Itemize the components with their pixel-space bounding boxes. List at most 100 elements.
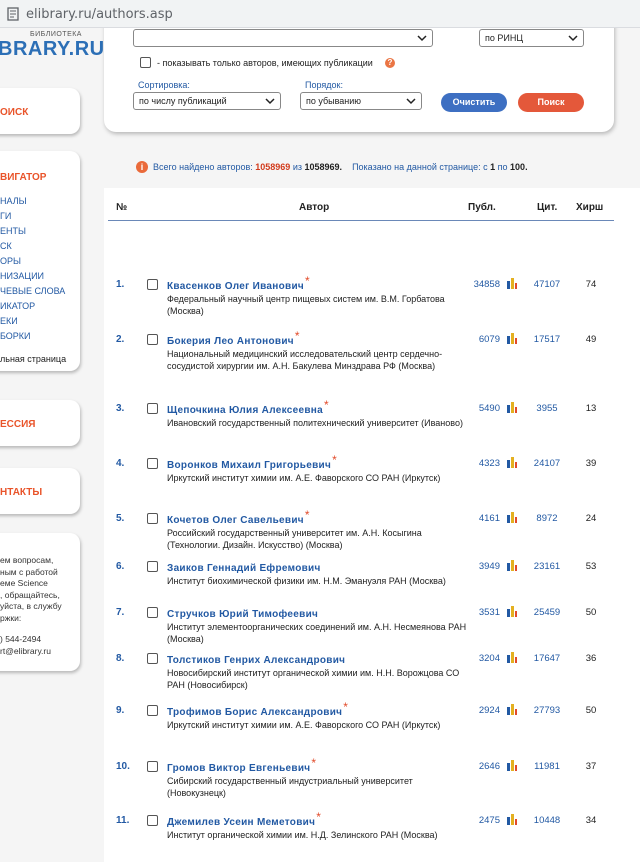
author-organization: Ивановский государственный политехническ… (167, 418, 463, 428)
row-number: 9. (116, 705, 125, 716)
publications-count-link[interactable]: 2475 (460, 815, 500, 826)
row-checkbox[interactable] (147, 279, 158, 290)
sidebar-item-search[interactable]: СК (0, 241, 12, 251)
bar-chart-icon[interactable] (506, 703, 518, 715)
col-header-author: Автор (299, 202, 330, 213)
bar-chart-icon[interactable] (506, 401, 518, 413)
bar-chart-icon[interactable] (506, 277, 518, 289)
col-header-hirsch[interactable]: Хирш (576, 202, 603, 213)
bar-chart-icon[interactable] (506, 559, 518, 571)
author-name-link[interactable]: Громов Виктор Евгеньевич* (167, 756, 316, 774)
row-checkbox[interactable] (147, 607, 158, 618)
clear-button[interactable]: Очистить (441, 93, 507, 112)
sidebar-session-box[interactable]: ЕССИЯ (0, 400, 80, 446)
publications-count-link[interactable]: 5490 (460, 403, 500, 414)
sidebar-item-authors[interactable]: ОРЫ (0, 256, 21, 266)
publications-count-link[interactable]: 3204 (460, 653, 500, 664)
sidebar-item-books[interactable]: ГИ (0, 211, 11, 221)
publications-count-link[interactable]: 6079 (460, 334, 500, 345)
author-name-link[interactable]: Кочетов Олег Савельевич* (167, 508, 310, 526)
publications-count-link[interactable]: 4161 (460, 513, 500, 524)
sidebar-item-journals[interactable]: НАЛЫ (0, 196, 27, 206)
author-name-link[interactable]: Квасенков Олег Иванович* (167, 274, 310, 292)
row-checkbox[interactable] (147, 458, 158, 469)
citations-count-link[interactable]: 27793 (527, 705, 567, 716)
order-select[interactable]: по убыванию (300, 92, 422, 110)
sidebar-item-patents[interactable]: ЕНТЫ (0, 226, 26, 236)
citations-count-link[interactable]: 8972 (527, 513, 567, 524)
sidebar-session-title[interactable]: ЕССИЯ (0, 419, 36, 430)
row-checkbox[interactable] (147, 513, 158, 524)
bar-chart-icon[interactable] (506, 759, 518, 771)
page-info-icon[interactable] (7, 7, 19, 21)
row-checkbox[interactable] (147, 334, 158, 345)
sidebar-item-collections[interactable]: БОРКИ (0, 331, 31, 341)
search-button[interactable]: Поиск (518, 93, 584, 112)
publications-count-link[interactable]: 3531 (460, 607, 500, 618)
sidebar-search-box[interactable]: ОИСК (0, 88, 80, 134)
publications-count-link[interactable]: 34858 (460, 279, 500, 290)
row-checkbox[interactable] (147, 705, 158, 716)
author-name-link[interactable]: Стручков Юрий Тимофеевич (167, 606, 319, 620)
sidebar-item-rubricator[interactable]: ИКАТОР (0, 301, 35, 311)
bar-chart-icon[interactable] (506, 651, 518, 663)
publications-count-link[interactable]: 2646 (460, 761, 500, 772)
url-field[interactable]: elibrary.ru/authors.asp (0, 3, 640, 25)
citations-count-link[interactable]: 24107 (527, 458, 567, 469)
author-name-link[interactable]: Джемилев Усеин Меметович* (167, 810, 321, 828)
col-header-cites[interactable]: Цит. (537, 202, 557, 213)
bar-chart-icon[interactable] (506, 813, 518, 825)
bar-chart-icon[interactable] (506, 456, 518, 468)
bar-chart-icon[interactable] (506, 605, 518, 617)
citations-count-link[interactable]: 11981 (527, 761, 567, 772)
citations-count-link[interactable]: 23161 (527, 561, 567, 572)
hirsch-index: 50 (585, 607, 597, 618)
publications-count-link[interactable]: 4323 (460, 458, 500, 469)
row-checkbox[interactable] (147, 403, 158, 414)
sidebar-item-keywords[interactable]: ЧЕВЫЕ СЛОВА (0, 286, 65, 296)
sidebar-item-main-page[interactable]: льная страница (0, 354, 66, 364)
row-checkbox[interactable] (147, 653, 158, 664)
order-label: Порядок: (305, 80, 343, 90)
author-name-link[interactable]: Щепочкина Юлия Алексеевна* (167, 398, 329, 416)
author-name-link[interactable]: Трофимов Борис Александрович* (167, 700, 348, 718)
only-with-pubs-checkbox[interactable] (140, 57, 151, 68)
bar-chart-icon[interactable] (506, 511, 518, 523)
col-header-pubs[interactable]: Публ. (468, 202, 496, 213)
top-select[interactable] (133, 29, 433, 47)
author-name-link[interactable]: Толстиков Генрих Александрович (167, 652, 346, 666)
row-number: 3. (116, 403, 125, 414)
sidebar-contacts-title[interactable]: НТАКТЫ (0, 487, 42, 498)
row-checkbox[interactable] (147, 815, 158, 826)
citations-count-link[interactable]: 17647 (527, 653, 567, 664)
help-text: ем вопросам, ным с работой еме Science ,… (0, 555, 62, 623)
publications-count-link[interactable]: 3949 (460, 561, 500, 572)
citations-count-link[interactable]: 47107 (527, 279, 567, 290)
sidebar-item-organizations[interactable]: НИЗАЦИИ (0, 271, 44, 281)
support-email[interactable]: rt@elibrary.ru (0, 646, 51, 658)
citations-count-link[interactable]: 17517 (527, 334, 567, 345)
citations-count-link[interactable]: 10448 (527, 815, 567, 826)
author-name-link[interactable]: Бокерия Лео Антонович* (167, 329, 300, 347)
bar-chart-icon[interactable] (506, 332, 518, 344)
publications-count-link[interactable]: 2924 (460, 705, 500, 716)
row-checkbox[interactable] (147, 561, 158, 572)
hirsch-index: 50 (585, 705, 597, 716)
citations-count-link[interactable]: 25459 (527, 607, 567, 618)
sidebar-contacts-box[interactable]: НТАКТЫ (0, 468, 80, 514)
author-organization: Институт органической химии им. Н.Д. Зел… (167, 830, 438, 840)
row-checkbox[interactable] (147, 761, 158, 772)
citations-count-link[interactable]: 3955 (527, 403, 567, 414)
sort-select[interactable]: по числу публикаций (133, 92, 281, 110)
author-name-link[interactable]: Заиков Геннадий Ефремович (167, 560, 322, 574)
url-text: elibrary.ru/authors.asp (26, 7, 173, 22)
info-icon: i (136, 161, 148, 173)
question-icon[interactable]: ? (385, 58, 395, 68)
row-number: 10. (116, 761, 130, 772)
sidebar-item-shelves[interactable]: ЕКИ (0, 316, 18, 326)
author-name-link[interactable]: Воронков Михаил Григорьевич* (167, 453, 337, 471)
rinc-select[interactable]: по РИНЦ (479, 29, 584, 47)
author-organization: Институт биохимической физики им. Н.М. Э… (167, 576, 446, 586)
logo[interactable]: BRARY.RU (0, 38, 105, 61)
sidebar-search-title[interactable]: ОИСК (0, 107, 28, 118)
